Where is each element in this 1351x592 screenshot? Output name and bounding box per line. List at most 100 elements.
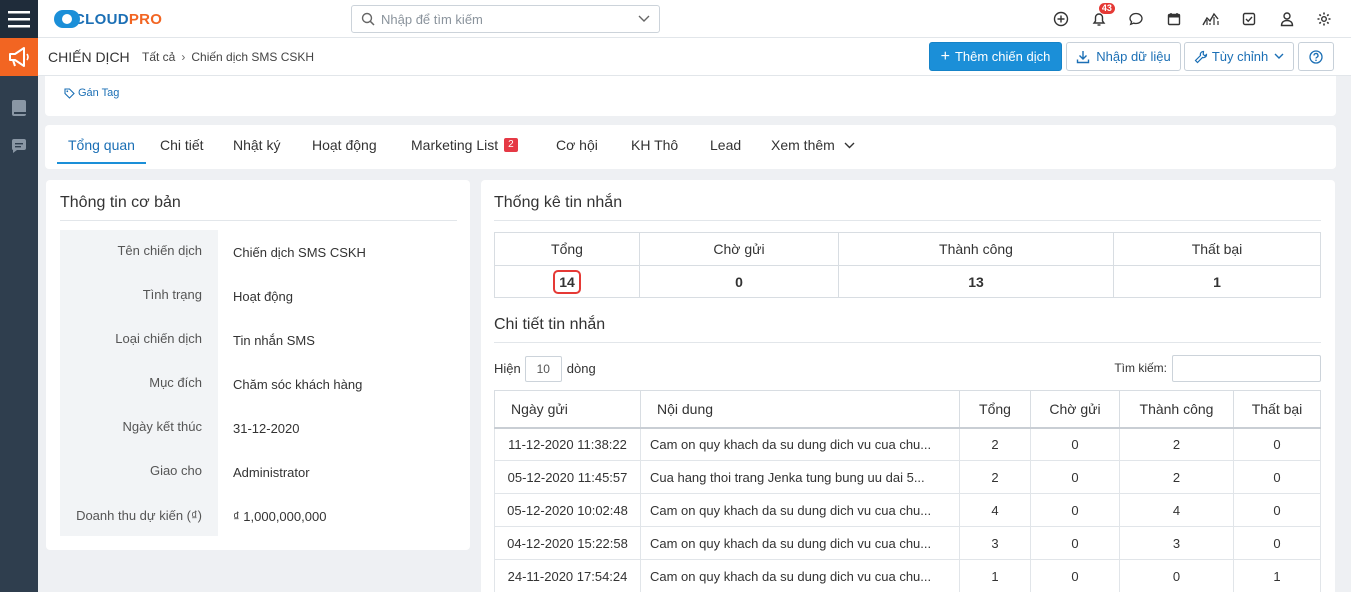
import-data-label: Nhập dữ liệu	[1096, 49, 1171, 64]
bell-icon[interactable]: 43	[1080, 0, 1118, 38]
cell-pending: 0	[1030, 460, 1120, 494]
user-icon[interactable]	[1268, 0, 1306, 38]
cell-content: Cam on quy khach da su dung dich vu cua …	[640, 427, 960, 461]
cell-date: 05-12-2020 11:45:57	[494, 460, 641, 494]
book-icon[interactable]	[0, 90, 38, 126]
chat-icon[interactable]	[1117, 0, 1155, 38]
cell-success: 2	[1119, 460, 1234, 494]
import-data-button[interactable]: Nhập dữ liệu	[1066, 42, 1181, 71]
left-rail	[0, 0, 38, 592]
chart-icon[interactable]	[1193, 0, 1231, 38]
info-label: Doanh thu dự kiến (₫)	[76, 508, 202, 523]
cell-total: 3	[959, 526, 1031, 560]
customize-label: Tùy chỉnh	[1211, 49, 1269, 64]
global-search-input[interactable]: Nhập để tìm kiếm	[351, 5, 660, 33]
basic-info-list: Tên chiến dịch Chiến dịch SMS CSKH Tình …	[60, 230, 457, 536]
cell-failed: 1	[1233, 559, 1321, 592]
stats-failed-value: 1	[1113, 265, 1321, 298]
info-value: Tin nhắn SMS	[233, 333, 315, 348]
cloudpro-logo[interactable]: CLOUDPRO	[54, 8, 162, 30]
breadcrumb-item-all[interactable]: Tất cả	[142, 50, 175, 64]
add-tag-link[interactable]: Gán Tag	[64, 87, 119, 99]
tab-opportunities[interactable]: Cơ hội	[556, 125, 598, 165]
tab-label: Tổng quan	[68, 137, 135, 153]
tab-raw-customers[interactable]: KH Thô	[631, 125, 678, 165]
cell-date: 05-12-2020 10:02:48	[494, 493, 641, 527]
info-row-expected-revenue: Doanh thu dự kiến (₫) ₫ 1,000,000,000	[60, 494, 457, 538]
info-value: 31-12-2020	[233, 421, 300, 436]
cell-success: 3	[1119, 526, 1234, 560]
calendar-icon[interactable]	[1155, 0, 1193, 38]
tab-log[interactable]: Nhật ký	[233, 125, 280, 165]
info-row-purpose: Mục đích Chăm sóc khách hàng	[60, 362, 457, 406]
info-row-campaign-type: Loại chiến dịch Tin nhắn SMS	[60, 318, 457, 362]
tab-label: Hoạt động	[312, 137, 377, 153]
tab-overview[interactable]: Tổng quan	[68, 125, 135, 165]
checkbox-icon[interactable]	[1230, 0, 1268, 38]
top-bar: CLOUDPRO Nhập để tìm kiếm 43	[38, 0, 1351, 38]
help-button[interactable]	[1298, 42, 1334, 71]
column-header-pending[interactable]: Chờ gửi	[1030, 390, 1120, 429]
breadcrumb-separator-icon: ›	[181, 50, 186, 64]
info-label: Loại chiến dịch	[115, 331, 202, 346]
cell-total: 2	[959, 460, 1031, 494]
page-size-control: Hiện 10 dòng	[494, 355, 596, 382]
info-value: Administrator	[233, 465, 310, 480]
megaphone-icon[interactable]	[0, 38, 38, 76]
table-search-input[interactable]	[1172, 354, 1321, 382]
column-header-total[interactable]: Tổng	[959, 390, 1031, 429]
column-header-content[interactable]: Nội dung	[640, 390, 960, 429]
stats-header: Thất bại	[1113, 232, 1321, 266]
cell-content: Cam on quy khach da su dung dich vu cua …	[640, 493, 960, 527]
info-value: ₫ 1,000,000,000	[233, 509, 327, 524]
tab-label: Lead	[710, 137, 742, 153]
table-search: Tìm kiếm:	[1114, 354, 1321, 382]
cell-pending: 0	[1030, 427, 1120, 461]
tab-marketing-list[interactable]: Marketing List 2	[411, 125, 518, 165]
tab-more[interactable]: Xem thêm	[771, 125, 855, 165]
stats-total-value: 14	[553, 269, 581, 294]
show-label: Hiện	[494, 361, 521, 376]
stats-header: Chờ gửi	[639, 232, 839, 266]
stats-header: Tổng	[494, 232, 640, 266]
plus-circle-icon[interactable]	[1042, 0, 1080, 38]
column-header-success[interactable]: Thành công	[1119, 390, 1234, 429]
search-placeholder: Nhập để tìm kiếm	[381, 11, 483, 27]
table-row[interactable]: 24-11-2020 17:54:24 Cam on quy khach da …	[494, 559, 1321, 592]
plus-icon: +	[940, 47, 950, 65]
divider	[60, 220, 457, 221]
table-row[interactable]: 11-12-2020 11:38:22 Cam on quy khach da …	[494, 427, 1321, 461]
chevron-down-icon[interactable]	[638, 15, 650, 23]
cell-content: Cam on quy khach da su dung dich vu cua …	[640, 526, 960, 560]
tab-activities[interactable]: Hoạt động	[312, 125, 377, 165]
record-tabs: Tổng quan Chi tiết Nhật ký Hoạt động Mar…	[45, 125, 1336, 169]
table-row[interactable]: 05-12-2020 10:02:48 Cam on quy khach da …	[494, 493, 1321, 527]
table-row[interactable]: 05-12-2020 11:45:57 Cua hang thoi trang …	[494, 460, 1321, 494]
message-stats-title: Thống kê tin nhắn	[494, 194, 623, 211]
tab-leads[interactable]: Lead	[710, 125, 741, 165]
cell-total: 2	[959, 427, 1031, 461]
tab-details[interactable]: Chi tiết	[160, 125, 204, 165]
page-size-select[interactable]: 10	[524, 355, 562, 382]
stats-pending-value: 0	[639, 265, 839, 298]
add-campaign-button[interactable]: + Thêm chiến dịch	[929, 42, 1062, 71]
breadcrumb: Tất cả › Chiến dịch SMS CSKH	[142, 50, 314, 64]
active-tab-indicator	[57, 162, 146, 164]
chat-bubble-icon[interactable]	[0, 128, 38, 164]
customize-button[interactable]: Tùy chỉnh	[1184, 42, 1294, 71]
column-header-failed[interactable]: Thất bại	[1233, 390, 1321, 429]
info-value: Chiến dịch SMS CSKH	[233, 245, 366, 260]
marketing-list-count-badge: 2	[504, 138, 518, 152]
cell-content: Cam on quy khach da su dung dich vu cua …	[640, 559, 960, 592]
info-row-status: Tình trạng Hoạt động	[60, 274, 457, 318]
column-header-date[interactable]: Ngày gửi	[494, 390, 641, 429]
table-row[interactable]: 04-12-2020 15:22:58 Cam on quy khach da …	[494, 526, 1321, 560]
help-icon	[1309, 49, 1323, 64]
cell-failed: 0	[1233, 493, 1321, 527]
basic-info-title: Thông tin cơ bản	[60, 194, 181, 211]
gear-icon[interactable]	[1305, 0, 1343, 38]
info-label: Mục đích	[149, 375, 202, 390]
tab-label: Chi tiết	[160, 137, 204, 153]
module-title: CHIẾN DỊCH	[48, 49, 130, 65]
menu-icon[interactable]	[0, 0, 38, 38]
